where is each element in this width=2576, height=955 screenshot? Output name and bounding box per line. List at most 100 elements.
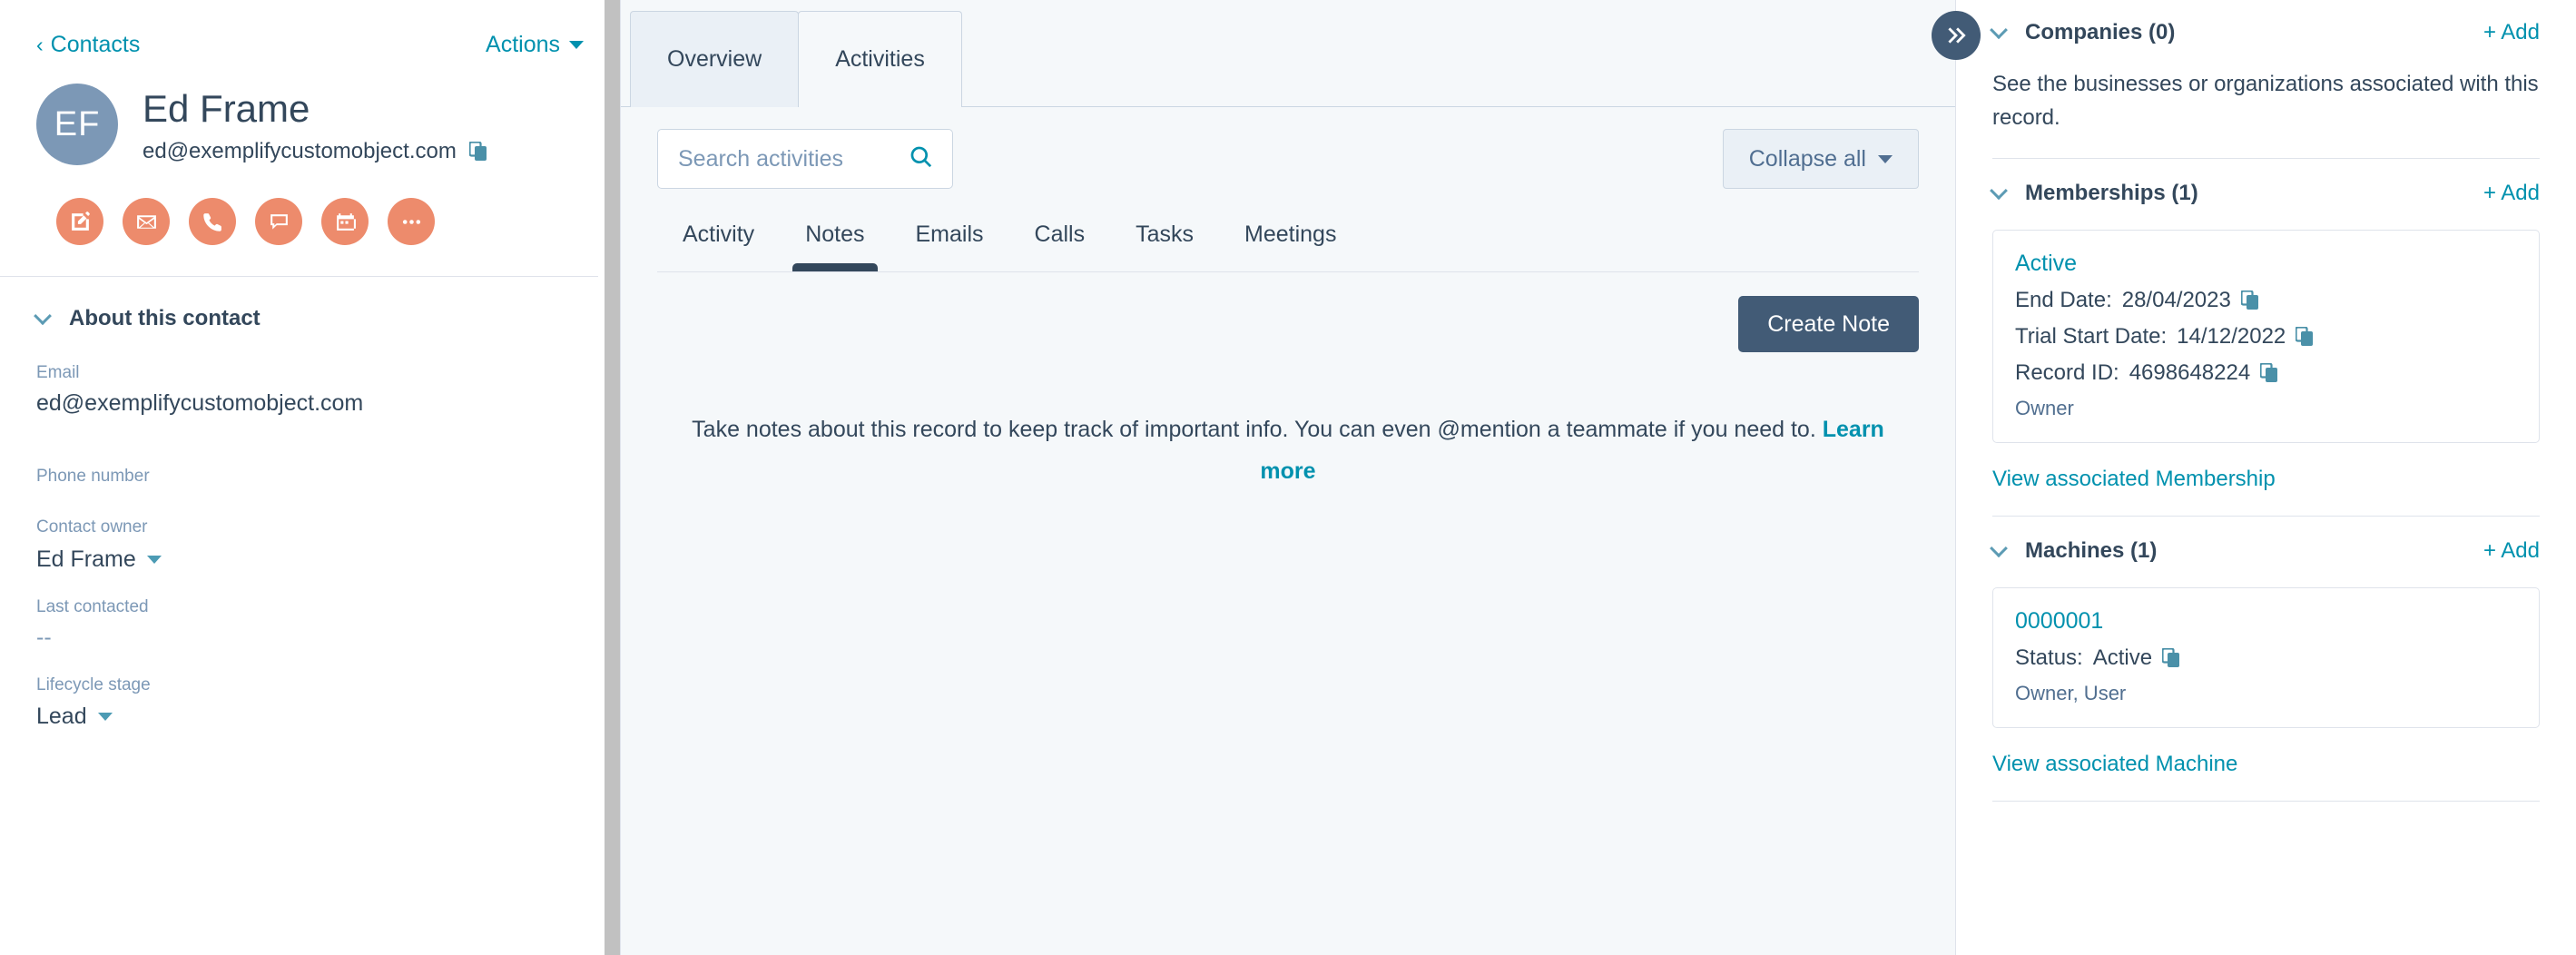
section-toggle[interactable]: Memberships (1) [1992, 181, 2198, 206]
association-card: 0000001 Status: Active Owner, User [1992, 587, 2540, 728]
subtab-label: Emails [916, 222, 984, 247]
more-icon [400, 211, 423, 233]
field-lifecycle-stage: Lifecycle stage Lead [36, 674, 584, 731]
contact-identity: EF Ed Frame ed@exemplifycustomobject.com [36, 84, 584, 165]
field-label: Email [36, 362, 584, 385]
chevron-down-icon [569, 41, 584, 49]
chevron-down-icon [1990, 182, 2008, 201]
copy-icon[interactable] [2260, 363, 2278, 383]
field-contact-owner: Contact owner Ed Frame [36, 517, 584, 573]
email-icon-button[interactable] [123, 198, 170, 245]
chevron-left-icon: ‹ [36, 34, 44, 55]
row-value: 14/12/2022 [2177, 324, 2286, 350]
subtab-notes[interactable]: Notes [780, 222, 890, 271]
field-value: Ed Frame [36, 546, 136, 573]
contact-record-page: ‹ Contacts Actions EF Ed Frame ed@exempl… [0, 0, 2576, 955]
tab-label: Overview [667, 46, 762, 73]
section-toggle[interactable]: Companies (0) [1992, 20, 2175, 45]
subtab-emails[interactable]: Emails [890, 222, 1009, 271]
association-owner: Owner [2015, 397, 2517, 420]
add-membership-button[interactable]: + Add [2483, 181, 2540, 206]
field-label: Contact owner [36, 517, 584, 539]
activity-subtabs: Activity Notes Emails Calls Tasks Meetin… [657, 222, 1919, 271]
left-sidebar-header: ‹ Contacts Actions EF Ed Frame ed@exempl… [0, 0, 620, 245]
row-value: Active [2093, 645, 2152, 671]
about-section-title: About this contact [69, 306, 261, 331]
left-sidebar-scrollbar[interactable] [598, 0, 620, 955]
call-icon-button[interactable] [189, 198, 236, 245]
subtabs-divider [657, 271, 1919, 272]
association-title[interactable]: Active [2015, 251, 2517, 277]
copy-icon[interactable] [2296, 327, 2314, 347]
field-value[interactable]: -- [36, 625, 584, 651]
avatar: EF [36, 84, 118, 165]
association-title[interactable]: 0000001 [2015, 608, 2517, 635]
section-memberships: Memberships (1) + Add Active End Date: 2… [1992, 159, 2540, 517]
field-phone-number: Phone number [36, 466, 584, 488]
field-value-row[interactable]: Ed Frame [36, 546, 584, 573]
field-value[interactable]: ed@exemplifycustomobject.com [36, 390, 584, 417]
field-label: Phone number [36, 466, 584, 488]
subtab-tasks[interactable]: Tasks [1110, 222, 1219, 271]
record-tabs: Overview Activities [621, 0, 1955, 107]
association-owner: Owner, User [2015, 682, 2517, 705]
row-value: 28/04/2023 [2122, 288, 2231, 313]
subtab-activity[interactable]: Activity [657, 222, 780, 271]
add-company-button[interactable]: + Add [2483, 20, 2540, 45]
breadcrumb-contacts[interactable]: ‹ Contacts [36, 32, 140, 58]
activities-body: Collapse all Activity Notes Emails Calls… [621, 129, 1955, 493]
collapse-all-button[interactable]: Collapse all [1723, 129, 1919, 189]
chevron-down-icon [1990, 21, 2008, 39]
row-label: Status: [2015, 645, 2083, 671]
scrollbar-thumb[interactable] [605, 0, 620, 955]
view-associated-membership-link[interactable]: View associated Membership [1992, 467, 2540, 492]
breadcrumb-row: ‹ Contacts Actions [36, 31, 584, 58]
log-icon-button[interactable] [255, 198, 302, 245]
add-machine-button[interactable]: + Add [2483, 538, 2540, 564]
chevron-down-icon [1878, 155, 1893, 163]
subtab-label: Notes [805, 222, 864, 247]
copy-icon[interactable] [2241, 290, 2259, 310]
subtab-label: Activity [683, 222, 754, 247]
search-icon[interactable] [909, 144, 933, 173]
more-icon-button[interactable] [388, 198, 435, 245]
note-icon [69, 211, 92, 233]
section-header: Memberships (1) + Add [1992, 181, 2540, 206]
email-icon [135, 211, 158, 233]
search-input[interactable] [678, 146, 896, 172]
about-section-header[interactable]: About this contact [36, 306, 584, 331]
view-associated-machine-link[interactable]: View associated Machine [1992, 752, 2540, 777]
field-email: Email ed@exemplifycustomobject.com [36, 362, 584, 417]
search-activities-box[interactable] [657, 129, 953, 189]
search-row: Collapse all [657, 129, 1919, 189]
page-title: Ed Frame [143, 87, 487, 130]
section-title: Machines (1) [2025, 538, 2157, 564]
call-icon [202, 211, 224, 233]
tab-activities[interactable]: Activities [798, 11, 962, 107]
row-label: End Date: [2015, 288, 2112, 313]
row-label: Trial Start Date: [2015, 324, 2167, 350]
meeting-icon-button[interactable] [321, 198, 369, 245]
tab-overview[interactable]: Overview [630, 11, 799, 107]
copy-icon[interactable] [2162, 648, 2180, 668]
association-card: Active End Date: 28/04/2023 Trial Start … [1992, 230, 2540, 443]
subtab-meetings[interactable]: Meetings [1219, 222, 1362, 271]
identity-text: Ed Frame ed@exemplifycustomobject.com [143, 84, 487, 164]
actions-dropdown-button[interactable]: Actions [486, 32, 584, 58]
tab-label: Activities [835, 46, 925, 73]
copy-icon[interactable] [469, 142, 487, 162]
chevron-down-icon [147, 556, 162, 564]
field-value: Lead [36, 704, 87, 730]
association-row: Trial Start Date: 14/12/2022 [2015, 324, 2517, 350]
section-toggle[interactable]: Machines (1) [1992, 538, 2157, 564]
field-last-contacted: Last contacted -- [36, 596, 584, 651]
collapse-right-panel-button[interactable] [1932, 11, 1981, 60]
create-note-button[interactable]: Create Note [1738, 296, 1919, 352]
notes-empty-state: Take notes about this record to keep tra… [671, 409, 1905, 493]
contact-email-row: ed@exemplifycustomobject.com [143, 139, 487, 164]
note-icon-button[interactable] [56, 198, 103, 245]
section-header: Companies (0) + Add [1992, 20, 2540, 45]
section-header: Machines (1) + Add [1992, 538, 2540, 564]
subtab-calls[interactable]: Calls [1009, 222, 1111, 271]
field-value-row[interactable]: Lead [36, 704, 584, 730]
